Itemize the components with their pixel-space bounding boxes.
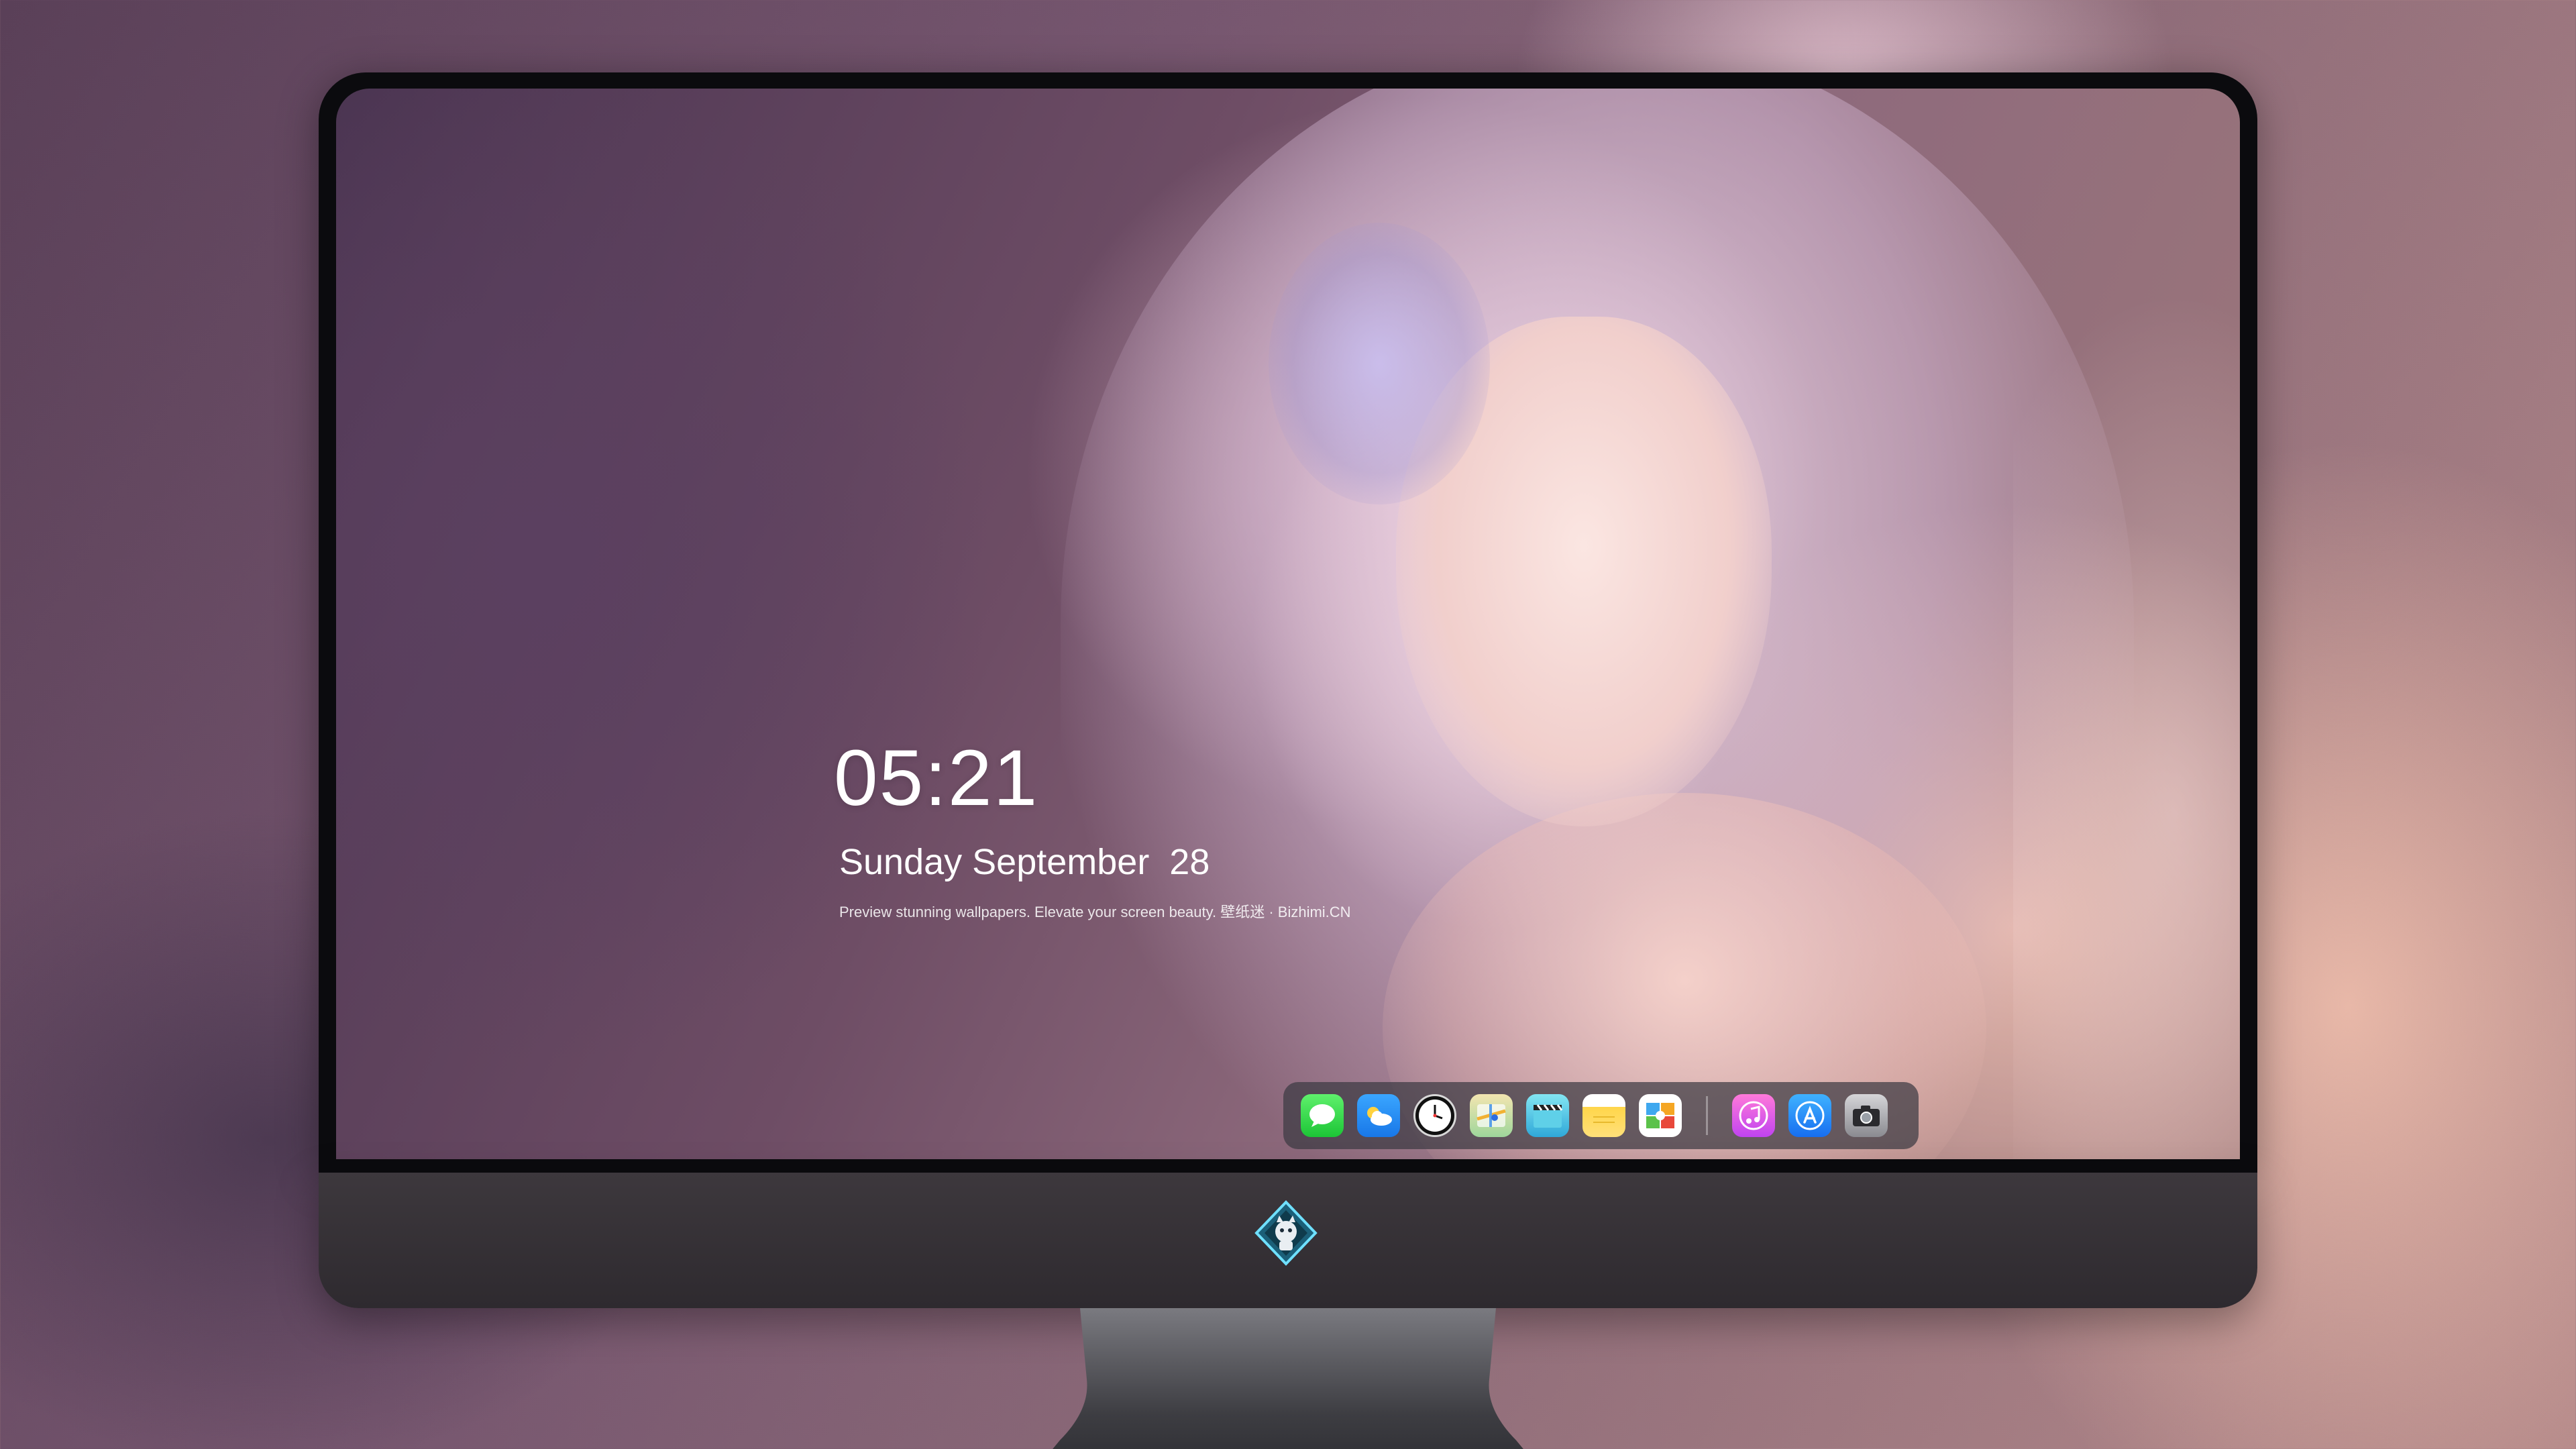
screen: 05:21 Sunday September 28 Preview stunni… <box>336 89 2240 1159</box>
app-store-icon[interactable] <box>1788 1094 1831 1137</box>
dock-separator <box>1706 1096 1708 1135</box>
wallpaper-veil <box>2013 290 2240 1159</box>
music-icon[interactable] <box>1732 1094 1775 1137</box>
monitor: 05:21 Sunday September 28 Preview stunni… <box>319 72 2257 1449</box>
wallpaper-hair-flowers <box>1269 223 1490 504</box>
brand-logo-icon <box>1252 1199 1320 1267</box>
lockscreen-time: 05:21 <box>834 734 1039 822</box>
camera-icon[interactable] <box>1845 1094 1888 1137</box>
wallpaper <box>336 89 2240 1159</box>
notes-icon[interactable] <box>1582 1094 1625 1137</box>
weather-icon[interactable] <box>1357 1094 1400 1137</box>
messages-icon[interactable] <box>1301 1094 1344 1137</box>
dock <box>1283 1082 1919 1149</box>
lockscreen-tagline: Preview stunning wallpapers. Elevate you… <box>839 904 1351 920</box>
maps-icon[interactable] <box>1470 1094 1513 1137</box>
photos-icon[interactable] <box>1639 1094 1682 1137</box>
monitor-bezel: 05:21 Sunday September 28 Preview stunni… <box>319 72 2257 1173</box>
monitor-stand <box>1053 1308 1523 1449</box>
video-icon[interactable] <box>1526 1094 1569 1137</box>
lockscreen-date: Sunday September 28 <box>839 842 1210 882</box>
clock-icon[interactable] <box>1413 1094 1456 1137</box>
